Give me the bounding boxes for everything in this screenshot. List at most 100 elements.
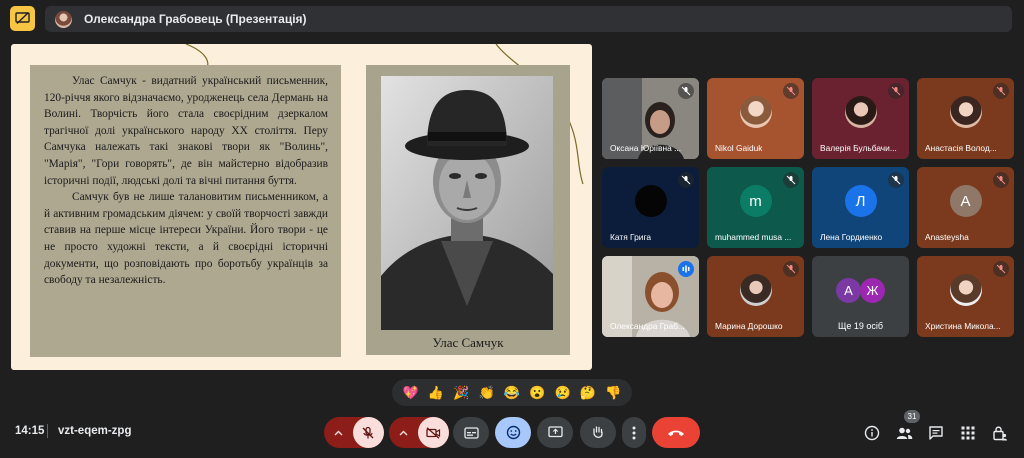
presenter-title: Олександра Грабовець (Презентація) (84, 12, 307, 26)
participant-initial: Л (844, 185, 877, 218)
reaction-party[interactable]: 🎉 (453, 386, 469, 399)
divider (47, 424, 48, 438)
microphone-off-button[interactable] (352, 417, 384, 448)
reactions-bar: 💖 👍 🎉 👏 😂 😮 😢 🤔 👎 (392, 379, 632, 406)
participant-count-badge: 31 (904, 410, 920, 423)
participant-tile[interactable]: Л Лена Гордиенко (812, 167, 909, 248)
participant-tile[interactable]: Катя Грига (602, 167, 699, 248)
more-initial-1: А (836, 278, 861, 303)
presenter-bar[interactable]: Олександра Грабовець (Презентація) (45, 6, 1012, 32)
reaction-sad[interactable]: 😢 (555, 386, 571, 399)
mic-off-icon (783, 83, 799, 99)
people-icon (896, 427, 912, 439)
present-screen-button[interactable] (537, 417, 573, 448)
video-options-button[interactable] (390, 417, 418, 448)
more-options-button[interactable] (622, 417, 646, 448)
portrait-photo (381, 76, 553, 330)
more-participants-tile[interactable]: А Ж Ще 19 осіб (812, 256, 909, 337)
chat-button[interactable] (925, 422, 947, 444)
mic-off-icon (993, 83, 1009, 99)
reaction-surprised[interactable]: 😮 (529, 386, 545, 399)
slide-paragraph-2: Самчук був не лише талановитим письменни… (44, 191, 328, 287)
camera-off-button[interactable] (417, 417, 449, 448)
emoji-icon (506, 425, 520, 440)
chevron-up-icon (399, 430, 408, 435)
mic-control-group (324, 417, 384, 448)
hand-icon (593, 426, 603, 438)
present-screen-icon (547, 426, 563, 438)
participant-name: Катя Грига (610, 232, 651, 242)
reaction-heart[interactable]: 💖 (403, 386, 419, 399)
presenter-avatar (55, 10, 72, 28)
participant-name: Анастасія Волод... (925, 143, 997, 153)
reactions-button[interactable] (495, 417, 531, 448)
meeting-time: 14:15 (15, 425, 45, 437)
participant-tile[interactable]: Анастасія Волод... (917, 78, 1014, 159)
participant-tile[interactable]: m muhammed musa ... (707, 167, 804, 248)
presentation-icon[interactable] (10, 6, 35, 31)
participant-name: Валерія Бульбачи... (820, 143, 897, 153)
participant-name: muhammed musa ... (715, 232, 792, 242)
participant-name: Христина Микола... (925, 321, 1001, 331)
participant-tile[interactable]: А Anasteysha (917, 167, 1014, 248)
host-controls-button[interactable] (989, 422, 1011, 444)
participant-tile[interactable]: Олександра Граб... (602, 256, 699, 337)
reaction-laugh[interactable]: 😂 (504, 386, 520, 399)
photo-frame: Улас Самчук (366, 65, 570, 355)
participant-initial: А (949, 185, 982, 218)
participant-tile[interactable]: Марина Дорошко (707, 256, 804, 337)
mic-off-icon (993, 261, 1009, 277)
participant-tile[interactable]: Христина Микола... (917, 256, 1014, 337)
participant-avatar (844, 96, 877, 129)
chat-icon (929, 426, 943, 440)
participant-name: Nikol Gaiduk (715, 143, 763, 153)
meeting-code: vzt-eqem-zpg (58, 425, 132, 437)
reaction-clap[interactable]: 👏 (479, 386, 495, 399)
activities-button[interactable] (957, 422, 979, 444)
camera-control-group (389, 417, 449, 448)
chevron-up-icon (334, 430, 343, 435)
mic-off-icon (678, 172, 694, 188)
participant-avatar (949, 274, 982, 307)
reaction-thumbs-down[interactable]: 👎 (605, 386, 621, 399)
captions-icon (463, 426, 479, 439)
participant-avatar (739, 274, 772, 307)
mic-off-icon (783, 261, 799, 277)
people-button[interactable] (893, 422, 915, 444)
participant-name: Олександра Граб... (610, 321, 685, 331)
more-participants-label: Ще 19 осіб (837, 321, 884, 331)
mic-off-icon (888, 83, 904, 99)
lock-person-icon (993, 426, 1007, 441)
participant-name: Anasteysha (925, 232, 969, 242)
apps-grid-icon (961, 426, 975, 440)
audio-options-button[interactable] (325, 417, 353, 448)
camera-off-icon (425, 426, 440, 439)
mic-off-icon (783, 172, 799, 188)
participant-avatar (949, 96, 982, 129)
info-icon (864, 425, 880, 441)
photo-caption: Улас Самчук (432, 335, 504, 350)
speaking-indicator-icon (678, 261, 694, 277)
participant-initial: m (739, 185, 772, 218)
slide-text-panel: Улас Самчук - видатний український письм… (30, 65, 341, 357)
mic-off-icon (678, 83, 694, 99)
meeting-details-button[interactable] (861, 422, 883, 444)
reaction-thinking[interactable]: 🤔 (580, 386, 596, 399)
end-call-icon (668, 430, 684, 436)
mic-off-icon (888, 172, 904, 188)
raise-hand-button[interactable] (580, 417, 616, 448)
participant-tile[interactable]: Nikol Gaiduk (707, 78, 804, 159)
participant-name: Марина Дорошко (715, 321, 783, 331)
mic-off-icon (993, 172, 1009, 188)
captions-button[interactable] (453, 417, 489, 448)
participant-name: Оксана Юріївна ... (610, 143, 682, 153)
participant-tile[interactable]: Валерія Бульбачи... (812, 78, 909, 159)
reaction-thumbs-up[interactable]: 👍 (428, 386, 444, 399)
more-vertical-icon (632, 426, 636, 439)
leave-call-button[interactable] (652, 417, 700, 448)
participant-tile[interactable]: Оксана Юріївна ... (602, 78, 699, 159)
more-initial-2: Ж (860, 278, 885, 303)
slide-paragraph-1: Улас Самчук - видатний український письм… (44, 75, 328, 187)
participant-avatar (634, 185, 667, 218)
participant-avatar (739, 96, 772, 129)
